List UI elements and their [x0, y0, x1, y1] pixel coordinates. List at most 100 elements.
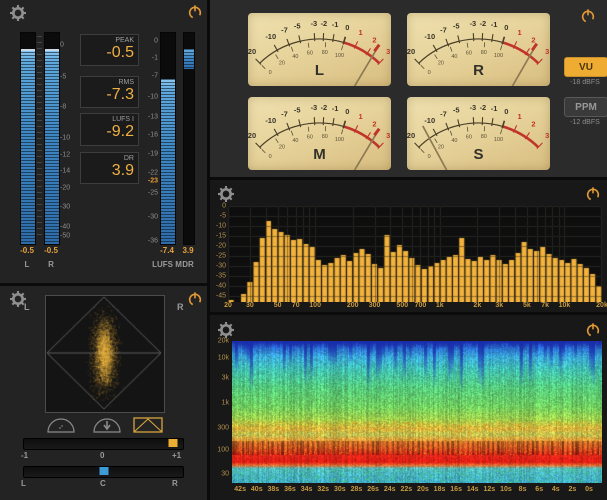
goniometer-panel: L R -1 0 +1 L C R — [0, 286, 207, 500]
svg-text:-3: -3 — [311, 103, 318, 112]
spectrum-freq-tick: 1k — [436, 302, 444, 309]
spectrogram-time-tick: 34s — [301, 486, 313, 493]
svg-text:1: 1 — [359, 112, 363, 121]
spectrogram-freq-tick: 30 — [221, 471, 229, 478]
left-channel-label: L — [25, 260, 30, 269]
svg-text:-1: -1 — [491, 20, 498, 29]
svg-text:-10: -10 — [265, 32, 276, 41]
lufs-m-label: LUFS M — [152, 260, 182, 269]
spectrum-db-tick: -20 — [216, 243, 226, 250]
dr-readout: DR 3.9 — [80, 152, 139, 184]
spectrum-analyzer-panel: 0-5-10-15-20-25-30-35-40-45 203050701002… — [210, 180, 607, 312]
spectrum-db-tick: -15 — [216, 233, 226, 240]
svg-text:40: 40 — [292, 54, 298, 60]
svg-text:-7: -7 — [440, 25, 447, 34]
vu-meter-S: -20-10-7-5-3-2-10123020406080100S — [407, 97, 550, 170]
svg-text:-1: -1 — [491, 104, 498, 113]
scale-tick-label: -16 — [148, 131, 158, 138]
spectrum-freq-tick: 200 — [347, 302, 359, 309]
spectrum-db-tick: 0 — [222, 203, 226, 210]
scope-mode-dome-button[interactable] — [46, 417, 76, 433]
bal-left-label: L — [21, 479, 26, 488]
spectrogram-freq-tick: 1k — [222, 400, 229, 407]
corr-max-label: +1 — [172, 451, 181, 460]
settings-gear-icon[interactable] — [218, 322, 234, 338]
svg-text:R: R — [473, 62, 484, 79]
svg-text:20: 20 — [438, 145, 444, 151]
svg-text:20: 20 — [279, 145, 285, 151]
power-icon[interactable] — [585, 322, 601, 338]
correlation-marker[interactable] — [168, 439, 177, 447]
power-icon[interactable] — [187, 4, 203, 20]
svg-text:100: 100 — [494, 137, 503, 143]
scale-tick-label: -13 — [148, 114, 158, 121]
spectrum-freq-tick: 500 — [396, 302, 408, 309]
spectrogram-chart — [232, 341, 602, 483]
svg-text:80: 80 — [481, 50, 487, 56]
svg-text:0: 0 — [345, 107, 349, 116]
spectrum-freq-tick: 100 — [309, 302, 321, 309]
svg-text:-5: -5 — [453, 106, 460, 115]
svg-text:1: 1 — [518, 112, 522, 121]
vu-meter-L: -20-10-7-5-3-2-10123020406080100L — [248, 13, 391, 86]
corr-min-label: -1 — [21, 451, 28, 460]
meter-tick-strip — [37, 36, 42, 240]
spectrogram-freq-tick: 100 — [217, 447, 229, 454]
power-icon[interactable] — [585, 186, 601, 202]
settings-gear-icon[interactable] — [218, 186, 234, 202]
svg-text:2: 2 — [372, 120, 376, 129]
lufs-m-meter — [160, 32, 176, 245]
scale-tick-label: -50 — [60, 233, 70, 240]
svg-text:3: 3 — [545, 131, 549, 140]
scale-tick-label: -12 — [60, 152, 70, 159]
scale-tick-label: -19 — [148, 150, 158, 157]
scale-tick-label: 0 — [60, 42, 64, 49]
balance-meter[interactable] — [23, 466, 184, 478]
spectrum-db-tick: -45 — [216, 293, 226, 300]
spectrogram-time-tick: 0s — [585, 486, 593, 493]
balance-marker[interactable] — [99, 467, 108, 475]
spectrogram-time-tick: 24s — [384, 486, 396, 493]
vectorscope-display — [45, 295, 165, 413]
settings-gear-icon[interactable] — [10, 5, 26, 21]
svg-text:40: 40 — [292, 138, 298, 144]
svg-text:60: 60 — [466, 51, 472, 57]
spectrum-freq-tick: 10k — [559, 302, 571, 309]
svg-text:0: 0 — [269, 154, 272, 160]
spectrogram-time-tick: 12s — [484, 486, 496, 493]
correlation-meter[interactable] — [23, 438, 184, 450]
svg-text:3: 3 — [386, 131, 390, 140]
svg-text:40: 40 — [451, 138, 457, 144]
power-icon[interactable] — [187, 291, 203, 307]
spectrogram-time-tick: 6s — [535, 486, 543, 493]
spectrum-db-tick: -25 — [216, 253, 226, 260]
ppm-mode-button[interactable]: PPM — [564, 97, 607, 117]
lufs-scale: 0-1-7-10-13-16-19-22-23-25-30-36 — [136, 32, 158, 243]
svg-text:L: L — [315, 62, 324, 79]
spectrum-freq-tick: 5k — [523, 302, 531, 309]
scope-mode-diamond-button[interactable] — [133, 417, 163, 433]
svg-text:-7: -7 — [440, 109, 447, 118]
db-scale-left: 0-5-8-10-12-14-20-30-40-50 — [60, 32, 78, 243]
dr-value: 3.9 — [81, 162, 138, 182]
svg-text:60: 60 — [307, 51, 313, 57]
gonio-left-label: L — [24, 302, 30, 312]
right-channel-label: R — [48, 260, 54, 269]
svg-text:20: 20 — [438, 61, 444, 67]
spectrogram-time-tick: 36s — [284, 486, 296, 493]
spectrogram-time-tick: 4s — [552, 486, 560, 493]
vu-mode-button[interactable]: VU — [564, 57, 607, 77]
spectrogram-time-tick: 20s — [417, 486, 429, 493]
svg-text:0: 0 — [504, 23, 508, 32]
scale-tick-label: -36 — [148, 237, 158, 244]
svg-text:-10: -10 — [424, 32, 435, 41]
power-icon[interactable] — [580, 8, 596, 24]
spectrogram-freq-tick: 3k — [222, 374, 229, 381]
spectrogram-panel: 20k10k3k1k30010030 42s40s38s36s34s32s30s… — [210, 315, 607, 500]
svg-text:1: 1 — [518, 28, 522, 37]
spectrogram-time-tick: 28s — [351, 486, 363, 493]
spectrum-freq-tick: 30 — [246, 302, 254, 309]
svg-text:1: 1 — [359, 28, 363, 37]
scope-mode-correlation-button[interactable] — [92, 417, 122, 433]
spectrogram-y-axis: 20k10k3k1k30010030 — [210, 341, 229, 483]
